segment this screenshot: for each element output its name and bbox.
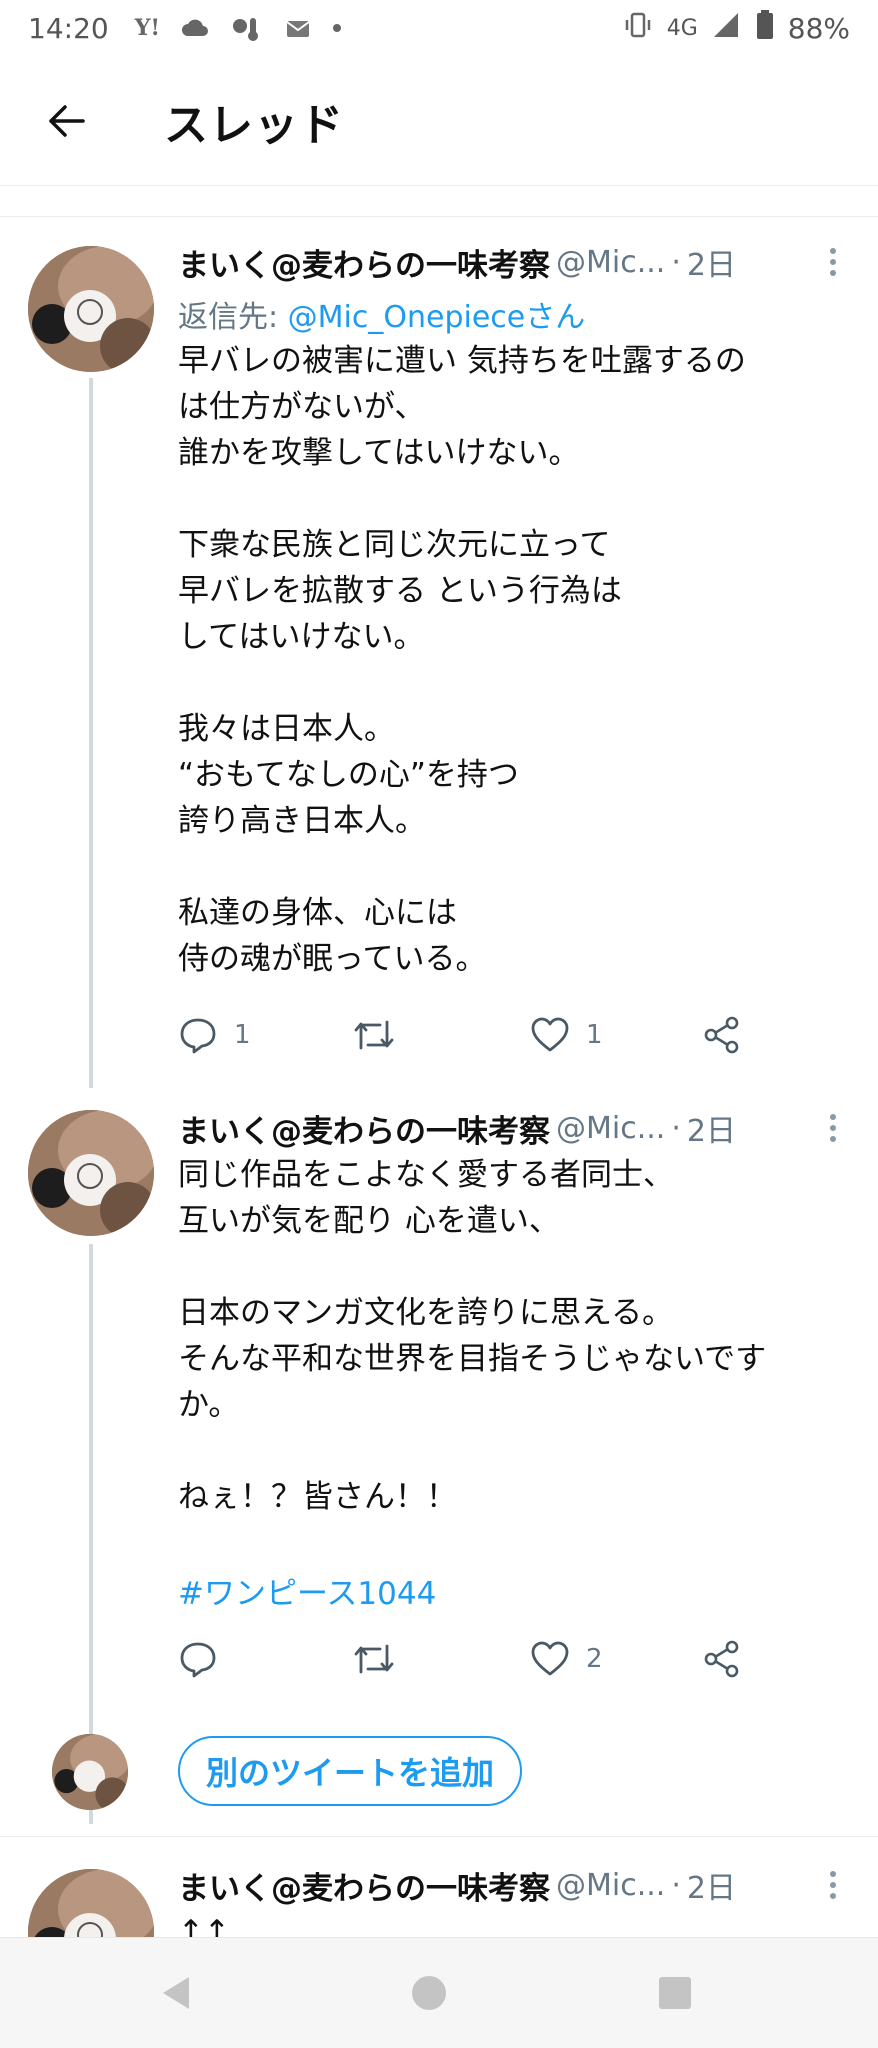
- dot-icon: [332, 23, 342, 33]
- reply-to-line: 返信先: @Mic_Onepieceさん: [178, 292, 585, 336]
- share-button[interactable]: [702, 1010, 742, 1060]
- retweet-icon: [354, 1644, 394, 1674]
- page-title: スレッド: [164, 99, 344, 151]
- tweet-text: ↑↑: [178, 1914, 230, 1937]
- author-handle[interactable]: @Mic...: [556, 245, 665, 280]
- hashtag-link[interactable]: #ワンピース1044: [178, 1568, 436, 1613]
- header-divider: [0, 187, 878, 217]
- like-button[interactable]: 2: [530, 1634, 603, 1684]
- back-button[interactable]: [30, 86, 100, 156]
- avatar[interactable]: [28, 246, 154, 372]
- retweet-icon: [354, 1020, 394, 1050]
- tweet-actions: 2: [178, 1634, 778, 1684]
- share-icon: [704, 1640, 739, 1678]
- reply-icon: [180, 1642, 216, 1678]
- author-handle[interactable]: @Mic...: [556, 1111, 665, 1146]
- vibrate-icon: [623, 11, 653, 46]
- author-handle[interactable]: @Mic...: [556, 1868, 665, 1903]
- circle-home-icon: [412, 1976, 446, 2010]
- arrow-left-icon: [49, 104, 85, 137]
- nav-back-button[interactable]: [152, 1968, 202, 2018]
- tweet-3[interactable]: まいく@麦わらの一味考察 @Mic... · 2日 ↑↑: [0, 1837, 878, 1937]
- nav-home-button[interactable]: [404, 1968, 454, 2018]
- reply-icon: [180, 1018, 216, 1054]
- tweet-2[interactable]: まいく@麦わらの一味考察 @Mic... · 2日 同じ作品をこよなく愛する者同…: [0, 1088, 878, 1824]
- cloud-icon: [230, 14, 264, 42]
- author-name[interactable]: まいく@麦わらの一味考察: [178, 1106, 550, 1151]
- thread-line: [89, 378, 93, 1088]
- add-tweet-button[interactable]: 別のツイートを追加: [178, 1736, 523, 1806]
- mail-icon: [284, 15, 312, 41]
- separator: ·: [671, 1110, 681, 1146]
- tweet-1[interactable]: まいく@麦わらの一味考察 @Mic... · 2日 返信先: @Mic_Onep…: [0, 218, 878, 1088]
- more-options-button[interactable]: [818, 1108, 848, 1148]
- share-button[interactable]: [702, 1634, 742, 1684]
- yahoo-icon: Y!: [134, 15, 161, 41]
- more-options-button[interactable]: [818, 242, 848, 282]
- reply-mention[interactable]: @Mic_Onepieceさん: [288, 300, 586, 335]
- avatar[interactable]: [28, 1110, 154, 1236]
- separator: ·: [671, 244, 681, 280]
- retweet-button[interactable]: [352, 1634, 396, 1684]
- heart-icon: [531, 1017, 569, 1052]
- tweet-text: 同じ作品をこよなく愛する者同士、 互いが気を配り 心を遣い、 日本のマンガ文化を…: [178, 1157, 767, 1515]
- reply-prefix: 返信先:: [178, 300, 288, 335]
- tweet-actions: 1 1: [178, 1010, 778, 1060]
- battery-percent: 88%: [787, 11, 850, 45]
- tweet-text: 早バレの被害に遭い 気持ちを吐露するの は仕方がないが、 誰かを攻撃してはいけな…: [178, 343, 746, 977]
- author-name[interactable]: まいく@麦わらの一味考察: [178, 240, 550, 285]
- network-type: 4G: [666, 15, 698, 41]
- battery-icon: [756, 9, 774, 47]
- status-bar: 14:20 Y! 4G 88%: [0, 0, 878, 56]
- retweet-button[interactable]: [352, 1010, 396, 1060]
- more-options-button[interactable]: [818, 1865, 848, 1905]
- tweet-time[interactable]: 2日: [687, 1106, 736, 1150]
- tweet-time[interactable]: 2日: [687, 240, 736, 284]
- app-header: スレッド: [0, 56, 878, 186]
- reply-count: 1: [234, 1020, 251, 1050]
- signal-icon: [712, 11, 742, 46]
- triangle-back-icon: [163, 1977, 189, 2009]
- nav-recents-button[interactable]: [650, 1968, 700, 2018]
- system-nav-bar: [0, 1937, 878, 2048]
- status-time: 14:20: [28, 11, 109, 45]
- my-avatar[interactable]: [52, 1734, 128, 1810]
- square-recents-icon: [659, 1977, 691, 2009]
- weather-icon: [180, 16, 210, 40]
- like-button[interactable]: 1: [530, 1010, 603, 1060]
- like-count: 2: [586, 1644, 603, 1674]
- separator: ·: [671, 1867, 681, 1903]
- tweet-time[interactable]: 2日: [687, 1863, 736, 1907]
- share-icon: [704, 1016, 739, 1054]
- avatar[interactable]: [28, 1869, 154, 1937]
- heart-icon: [531, 1641, 569, 1676]
- reply-button[interactable]: 1: [178, 1010, 251, 1060]
- reply-button[interactable]: [178, 1634, 234, 1684]
- author-name[interactable]: まいく@麦わらの一味考察: [178, 1863, 550, 1908]
- like-count: 1: [586, 1020, 603, 1050]
